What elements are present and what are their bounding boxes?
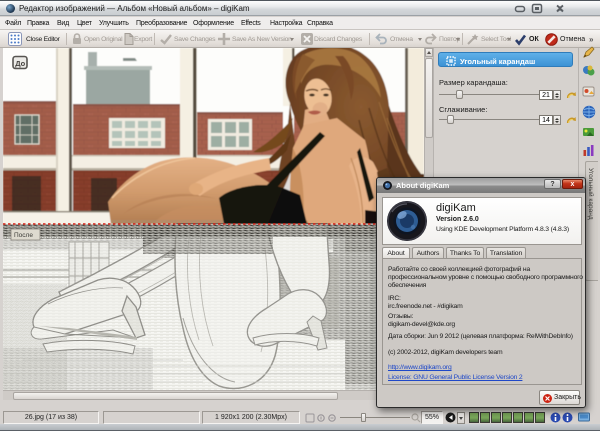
svg-text:До: До (15, 59, 25, 68)
svg-text:После: После (14, 232, 33, 239)
